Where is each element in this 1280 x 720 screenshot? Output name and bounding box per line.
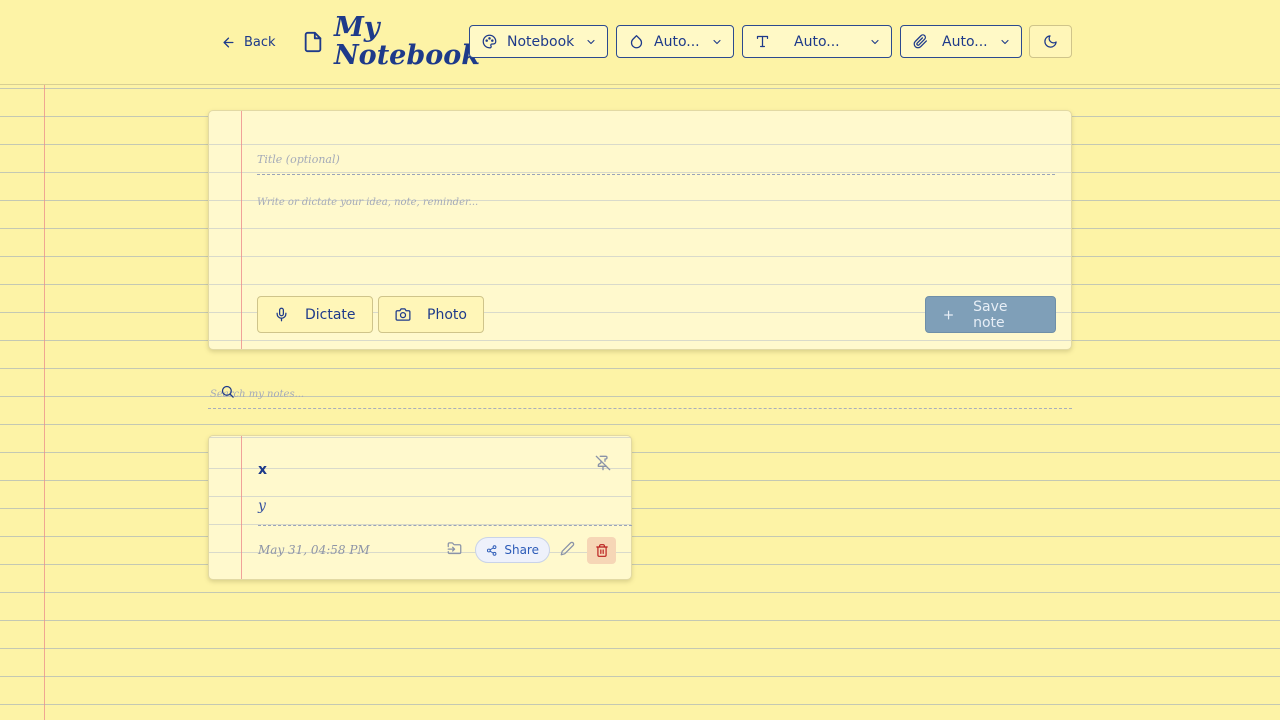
dictate-label: Dictate xyxy=(305,306,356,323)
pin-off-icon xyxy=(595,455,611,471)
share-button[interactable]: Share xyxy=(475,537,550,563)
arrow-left-icon xyxy=(223,37,234,47)
chevron-down-icon xyxy=(713,39,721,44)
note-title-input[interactable] xyxy=(257,145,1055,175)
font-selector[interactable]: Auto... xyxy=(742,25,892,58)
paperclip-icon xyxy=(913,34,927,49)
chevron-down-icon xyxy=(871,39,879,44)
dark-mode-toggle[interactable] xyxy=(1029,25,1072,58)
unpin-button[interactable] xyxy=(595,455,611,475)
trash-icon xyxy=(595,544,608,557)
plus-icon xyxy=(944,310,953,319)
attachment-selector-label: Auto... xyxy=(942,33,988,50)
search-bar xyxy=(208,380,1072,409)
save-note-button[interactable]: Save note xyxy=(925,296,1056,333)
palette-icon xyxy=(482,34,497,49)
back-label: Back xyxy=(244,34,276,50)
edit-note-button[interactable] xyxy=(560,541,575,556)
theme-selector[interactable]: Notebook xyxy=(469,25,608,58)
chevron-down-icon xyxy=(587,39,595,44)
search-icon xyxy=(221,385,234,398)
theme-selector-label: Notebook xyxy=(507,33,575,50)
ink-color-label: Auto... xyxy=(654,33,700,50)
camera-icon xyxy=(395,308,411,321)
chevron-down-icon xyxy=(1001,39,1009,44)
note-date: May 31, 04:58 PM xyxy=(258,543,370,557)
app-title: My Notebook xyxy=(334,12,480,71)
photo-button[interactable]: Photo xyxy=(378,296,484,333)
note-body-input[interactable] xyxy=(257,197,1055,287)
note-composer: Dictate Photo Save note xyxy=(208,110,1072,350)
font-selector-label: Auto... xyxy=(794,33,840,50)
dictate-button[interactable]: Dictate xyxy=(257,296,373,333)
type-icon xyxy=(756,35,769,48)
brand: My Notebook xyxy=(302,12,480,71)
note-title: x xyxy=(258,462,268,478)
back-button[interactable]: Back xyxy=(221,31,276,53)
delete-note-button[interactable] xyxy=(587,537,616,564)
file-icon xyxy=(304,31,322,53)
folder-input-icon xyxy=(447,542,462,555)
microphone-icon xyxy=(276,307,287,322)
moon-icon xyxy=(1044,35,1057,48)
save-note-label: Save note xyxy=(973,298,1008,331)
note-card: x y May 31, 04:58 PM Share xyxy=(208,435,632,580)
attachment-selector[interactable]: Auto... xyxy=(900,25,1022,58)
app-header: Back My Notebook Notebook Auto... Auto..… xyxy=(0,0,1280,85)
move-to-folder-button[interactable] xyxy=(447,541,462,556)
share-icon xyxy=(486,544,497,556)
photo-label: Photo xyxy=(427,306,467,323)
search-input[interactable] xyxy=(208,384,1070,404)
share-label: Share xyxy=(504,543,539,557)
droplet-icon xyxy=(630,35,643,49)
ink-color-selector[interactable]: Auto... xyxy=(616,25,734,58)
pencil-icon xyxy=(560,541,575,556)
note-body: y xyxy=(258,498,632,526)
